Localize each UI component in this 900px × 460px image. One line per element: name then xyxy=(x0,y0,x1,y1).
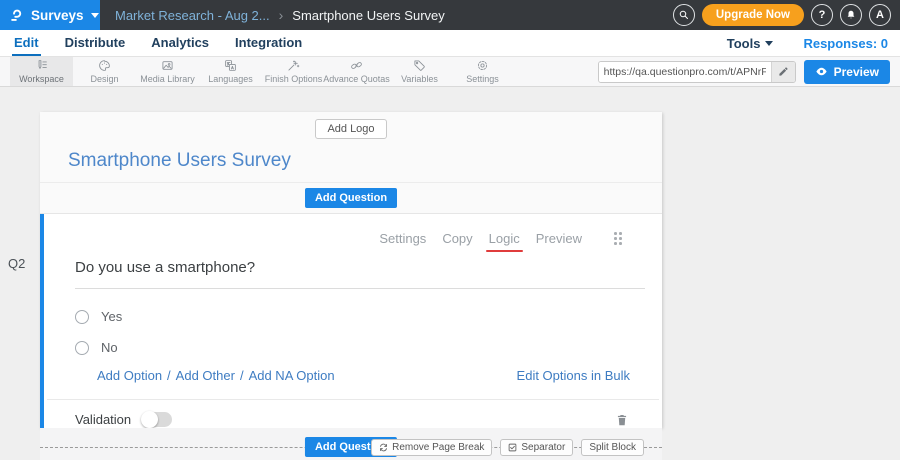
edit-options-in-bulk-link[interactable]: Edit Options in Bulk xyxy=(517,368,630,383)
tool-workspace[interactable]: Workspace xyxy=(10,57,73,86)
option-actions-row: Add Option / Add Other / Add NA Option Edit … xyxy=(97,368,630,383)
question-number: Q2 xyxy=(8,256,25,271)
tab-logic[interactable]: Logic xyxy=(489,231,520,246)
breadcrumb-parent[interactable]: Market Research - Aug 2... xyxy=(115,8,270,23)
editor-toolbar: Workspace Design Media Library Languages… xyxy=(0,57,900,87)
nav-item-integration[interactable]: Integration xyxy=(233,30,304,56)
tag-icon xyxy=(413,59,426,72)
question-block: Settings Copy Logic Preview Do you use a… xyxy=(40,214,662,428)
preview-label: Preview xyxy=(834,65,879,79)
add-question-row: Add Question xyxy=(40,183,662,214)
eye-icon xyxy=(815,65,828,78)
upgrade-now-button[interactable]: Upgrade Now xyxy=(702,4,804,26)
chevron-down-icon xyxy=(765,41,773,46)
chain-icon xyxy=(350,59,363,72)
tool-advance-quotas[interactable]: Advance Quotas xyxy=(325,57,388,86)
separator-button[interactable]: Separator xyxy=(500,439,573,456)
surveys-menu[interactable]: Surveys xyxy=(0,0,100,30)
subnav-right: Tools Responses: 0 xyxy=(727,30,888,56)
nav-item-analytics[interactable]: Analytics xyxy=(149,30,211,56)
remove-page-break-button[interactable]: Remove Page Break xyxy=(371,439,492,456)
edit-url-button[interactable] xyxy=(771,62,795,82)
tool-media-library[interactable]: Media Library xyxy=(136,57,199,86)
add-logo-button[interactable]: Add Logo xyxy=(315,119,386,139)
pencil-icon xyxy=(778,66,789,77)
survey-title[interactable]: Smartphone Users Survey xyxy=(68,150,634,172)
workspace-icon xyxy=(35,59,48,72)
question-text[interactable]: Do you use a smartphone? xyxy=(75,259,645,289)
help-button[interactable]: ? xyxy=(811,4,833,26)
toolbar-right: Preview xyxy=(598,57,900,86)
survey-card: Add Logo Smartphone Users Survey Add Que… xyxy=(40,112,662,428)
refresh-icon xyxy=(379,443,388,452)
search-button[interactable] xyxy=(673,4,695,26)
tool-variables[interactable]: Variables xyxy=(388,57,451,86)
nav-item-edit[interactable]: Edit xyxy=(12,30,41,56)
radio-button[interactable] xyxy=(75,341,89,355)
palette-icon xyxy=(98,59,111,72)
app-menu-label: Surveys xyxy=(31,8,84,23)
search-icon xyxy=(678,9,690,21)
gear-icon xyxy=(476,59,489,72)
survey-header: Add Logo Smartphone Users Survey xyxy=(40,112,662,183)
divider xyxy=(47,399,659,400)
delete-question-button[interactable] xyxy=(615,413,629,427)
nav-item-distribute[interactable]: Distribute xyxy=(63,30,128,56)
breadcrumb-current: Smartphone Users Survey xyxy=(292,8,444,23)
questionpro-logo-icon xyxy=(9,8,24,23)
topbar-actions: Upgrade Now ? A xyxy=(673,4,900,26)
tool-finish-options[interactable]: Finish Options xyxy=(262,57,325,86)
tool-design[interactable]: Design xyxy=(73,57,136,86)
validation-label: Validation xyxy=(75,412,131,427)
add-question-button-top[interactable]: Add Question xyxy=(305,188,397,208)
link-separator: / xyxy=(167,368,171,383)
breadcrumb-separator-icon: › xyxy=(279,7,284,23)
add-option-link[interactable]: Add Option xyxy=(97,368,162,383)
tools-label: Tools xyxy=(727,36,761,51)
avatar[interactable]: A xyxy=(869,4,891,26)
option-label[interactable]: Yes xyxy=(101,309,122,324)
toggle-knob xyxy=(141,411,158,428)
wand-icon xyxy=(287,59,300,72)
chevron-down-icon xyxy=(91,13,99,18)
trash-icon xyxy=(615,413,629,427)
validation-toggle[interactable] xyxy=(142,412,172,427)
drag-handle-icon[interactable] xyxy=(614,232,622,245)
option-label[interactable]: No xyxy=(101,340,118,355)
option-links: Add Option / Add Other / Add NA Option xyxy=(97,368,335,383)
bell-icon xyxy=(845,9,857,21)
page-break-buttons: Remove Page Break Separator Split Block xyxy=(371,439,644,456)
tool-languages[interactable]: Languages xyxy=(199,57,262,86)
tab-preview[interactable]: Preview xyxy=(536,231,582,246)
share-url-input[interactable] xyxy=(599,62,771,82)
checkbox-checked-icon xyxy=(508,443,517,452)
radio-button[interactable] xyxy=(75,310,89,324)
add-other-link[interactable]: Add Other xyxy=(176,368,235,383)
link-separator: / xyxy=(240,368,244,383)
add-na-option-link[interactable]: Add NA Option xyxy=(249,368,335,383)
validation-row: Validation xyxy=(75,412,629,427)
notifications-button[interactable] xyxy=(840,4,862,26)
tab-settings[interactable]: Settings xyxy=(379,231,426,246)
split-block-button[interactable]: Split Block xyxy=(581,439,644,456)
responses-count[interactable]: Responses: 0 xyxy=(803,36,888,51)
translate-icon xyxy=(224,59,237,72)
option-row: No xyxy=(75,340,662,355)
tool-settings[interactable]: Settings xyxy=(451,57,514,86)
preview-button[interactable]: Preview xyxy=(804,60,890,84)
option-row: Yes xyxy=(75,309,662,324)
image-icon xyxy=(161,59,174,72)
breadcrumb: Market Research - Aug 2... › Smartphone … xyxy=(115,7,445,23)
topbar: Surveys Market Research - Aug 2... › Sma… xyxy=(0,0,900,30)
question-tabs: Settings Copy Logic Preview xyxy=(44,214,662,246)
page-break-row: Add Question Remove Page Break Separator… xyxy=(40,437,662,458)
tools-menu[interactable]: Tools xyxy=(727,36,774,51)
share-url-box xyxy=(598,61,796,83)
tab-copy[interactable]: Copy xyxy=(442,231,472,246)
survey-nav: Edit Distribute Analytics Integration To… xyxy=(0,30,900,57)
